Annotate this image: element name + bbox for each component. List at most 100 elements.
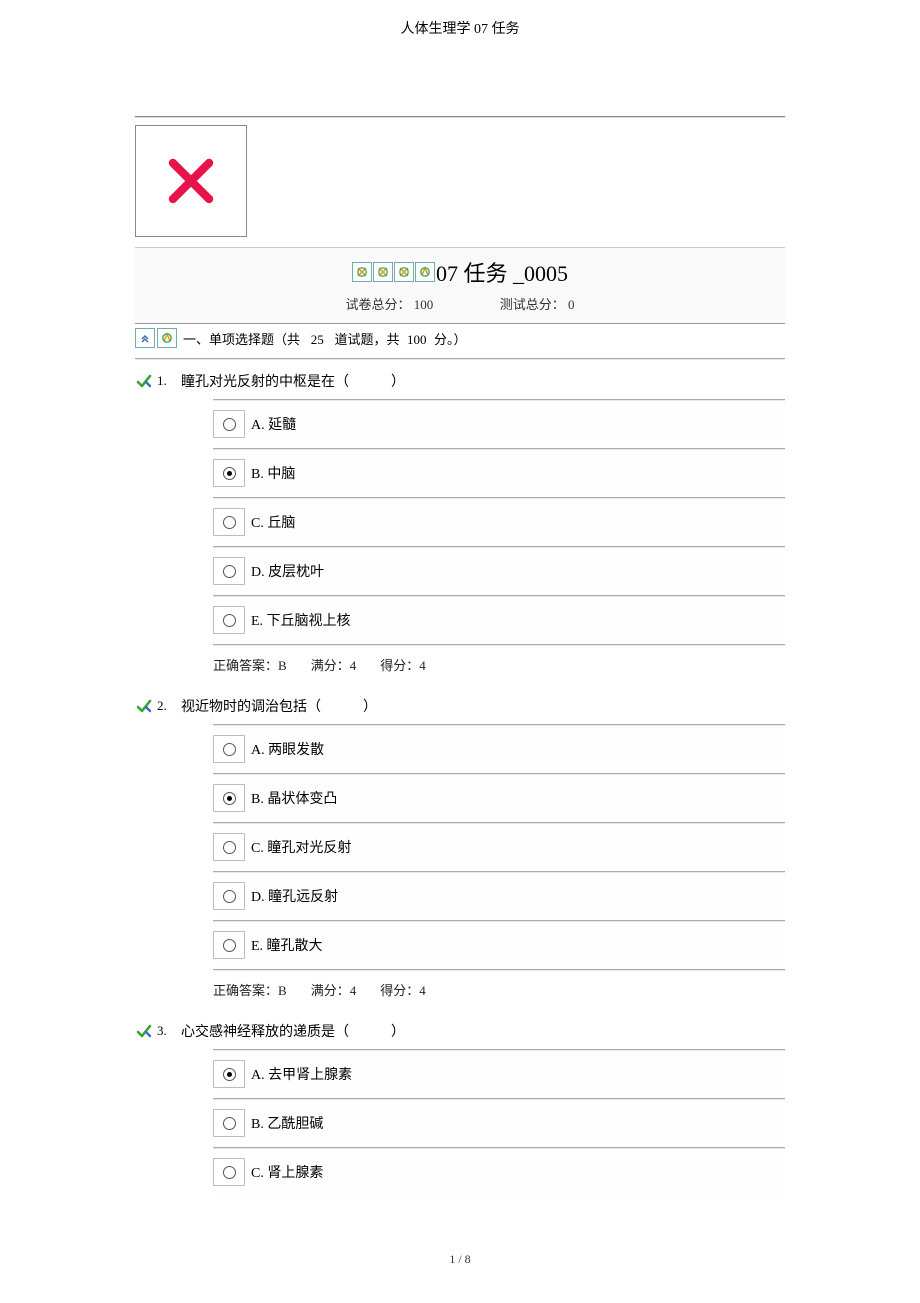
radio-button[interactable] <box>213 410 245 438</box>
page-footer: 1 / 8 <box>0 1252 920 1287</box>
radio-button[interactable] <box>213 606 245 634</box>
error-image-placeholder <box>135 125 247 237</box>
option-row: B. 中脑 <box>213 448 785 497</box>
question-header: 2. 视近物时的调治包括（ ） <box>135 696 785 716</box>
option-label: A. 延髓 <box>251 414 296 434</box>
radio-button[interactable] <box>213 735 245 763</box>
option-label: C. 肾上腺素 <box>251 1162 323 1182</box>
question: 3. 心交感神经释放的递质是（ ） A. 去甲肾上腺素 B. 乙酰胆碱 C. 肾上腺素 <box>135 1021 785 1196</box>
question-number: 2. <box>157 698 175 714</box>
question: 2. 视近物时的调治包括（ ） A. 两眼发散 B. 晶状体变凸 C. 瞳孔对光反射 D.… <box>135 696 785 1009</box>
radio-button[interactable] <box>213 833 245 861</box>
radio-indicator <box>223 939 236 952</box>
cross-icon <box>160 150 222 212</box>
correct-check-icon <box>135 697 153 715</box>
correct-answer-label: 正确答案： <box>213 658 278 673</box>
section-count: 25 <box>303 332 331 348</box>
correct-check-icon <box>135 372 153 390</box>
question-text: 视近物时的调治包括（ ） <box>181 696 377 716</box>
got-score-label: 得分： <box>380 983 419 998</box>
radio-button[interactable] <box>213 1060 245 1088</box>
option-row: C. 瞳孔对光反射 <box>213 822 785 871</box>
option-label: B. 晶状体变凸 <box>251 788 337 808</box>
radio-indicator <box>223 565 236 578</box>
section-score: 100 <box>403 332 431 348</box>
nav-icon[interactable] <box>415 262 435 282</box>
radio-indicator <box>223 1166 236 1179</box>
full-score-value: 4 <box>350 658 357 673</box>
section-suffix: 分。） <box>434 332 467 347</box>
option-row: A. 去甲肾上腺素 <box>213 1049 785 1098</box>
got-score-value: 4 <box>419 983 426 998</box>
correct-answer-value: B <box>278 658 287 673</box>
radio-indicator <box>223 792 236 805</box>
question-header: 3. 心交感神经释放的递质是（ ） <box>135 1021 785 1041</box>
option-row: E. 瞳孔散大 <box>213 920 785 969</box>
collapse-icon[interactable] <box>135 328 155 348</box>
option-label: A. 两眼发散 <box>251 739 324 759</box>
option-row: B. 乙酰胆碱 <box>213 1098 785 1147</box>
radio-indicator <box>223 614 236 627</box>
divider <box>135 116 785 117</box>
question-number: 1. <box>157 373 175 389</box>
content-area: 07 任务 _0005 试卷总分： 100 测试总分： 0 一、单项选择题（共 … <box>135 116 785 1196</box>
option-row: C. 丘脑 <box>213 497 785 546</box>
option-label: E. 下丘脑视上核 <box>251 610 351 630</box>
radio-indicator <box>223 418 236 431</box>
option-row: D. 皮层枕叶 <box>213 546 785 595</box>
title-icon-group <box>352 262 436 282</box>
radio-button[interactable] <box>213 882 245 910</box>
radio-indicator <box>223 743 236 756</box>
radio-button[interactable] <box>213 1109 245 1137</box>
full-score-label: 满分： <box>311 983 350 998</box>
radio-button[interactable] <box>213 557 245 585</box>
nav-icon[interactable] <box>394 262 414 282</box>
full-score-value: 4 <box>350 983 357 998</box>
radio-indicator <box>223 1117 236 1130</box>
option-label: D. 瞳孔远反射 <box>251 886 338 906</box>
option-label: E. 瞳孔散大 <box>251 935 323 955</box>
answer-row: 正确答案：B满分：4得分：4 <box>213 969 785 1009</box>
radio-button[interactable] <box>213 508 245 536</box>
marker-icon[interactable] <box>157 328 177 348</box>
option-row: C. 肾上腺素 <box>213 1147 785 1196</box>
full-score-label: 满分： <box>311 658 350 673</box>
option-list: A. 去甲肾上腺素 B. 乙酰胆碱 C. 肾上腺素 <box>213 1049 785 1196</box>
paper-total-label: 试卷总分： <box>345 297 410 312</box>
option-label: B. 乙酰胆碱 <box>251 1113 323 1133</box>
option-row: A. 两眼发散 <box>213 724 785 773</box>
divider <box>135 358 785 359</box>
nav-icon[interactable] <box>373 262 393 282</box>
option-label: A. 去甲肾上腺素 <box>251 1064 352 1084</box>
radio-indicator <box>223 890 236 903</box>
radio-button[interactable] <box>213 459 245 487</box>
questions-container: 1. 瞳孔对光反射的中枢是在（ ） A. 延髓 B. 中脑 C. 丘脑 D. 皮层枕叶 E.… <box>135 371 785 1196</box>
got-score-label: 得分： <box>380 658 419 673</box>
option-label: C. 瞳孔对光反射 <box>251 837 351 857</box>
option-list: A. 延髓 B. 中脑 C. 丘脑 D. 皮层枕叶 E. 下丘脑视上核 <box>213 399 785 644</box>
test-total-value: 0 <box>568 297 575 312</box>
option-label: D. 皮层枕叶 <box>251 561 324 581</box>
radio-button[interactable] <box>213 1158 245 1186</box>
radio-indicator <box>223 516 236 529</box>
section-text: 一、单项选择题（共 25 道试题，共 100 分。） <box>183 329 467 348</box>
question-text: 瞳孔对光反射的中枢是在（ ） <box>181 371 405 391</box>
paper-total-value: 100 <box>414 297 434 312</box>
nav-icon[interactable] <box>352 262 372 282</box>
test-total-label: 测试总分： <box>500 297 565 312</box>
answer-row: 正确答案：B满分：4得分：4 <box>213 644 785 684</box>
radio-indicator <box>223 467 236 480</box>
radio-indicator <box>223 841 236 854</box>
got-score-value: 4 <box>419 658 426 673</box>
radio-button[interactable] <box>213 931 245 959</box>
quiz-title-line: 07 任务 _0005 <box>135 256 785 288</box>
question-number: 3. <box>157 1023 175 1039</box>
question-text: 心交感神经释放的递质是（ ） <box>181 1021 405 1041</box>
option-row: B. 晶状体变凸 <box>213 773 785 822</box>
option-row: A. 延髓 <box>213 399 785 448</box>
option-row: D. 瞳孔远反射 <box>213 871 785 920</box>
quiz-title-bar: 07 任务 _0005 试卷总分： 100 测试总分： 0 <box>135 247 785 323</box>
option-label: B. 中脑 <box>251 463 295 483</box>
page-header: 人体生理学 07 任务 <box>0 0 920 38</box>
radio-button[interactable] <box>213 784 245 812</box>
